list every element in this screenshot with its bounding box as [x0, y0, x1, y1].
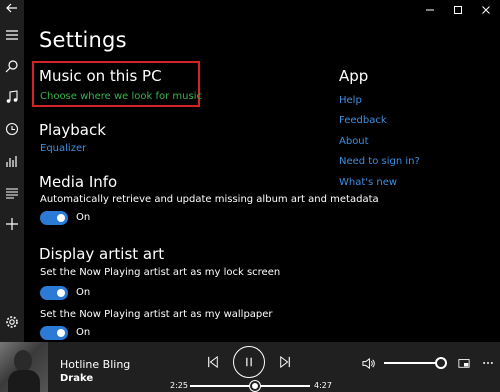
mini-view-icon[interactable]: [456, 355, 472, 371]
volume-icon[interactable]: [360, 355, 376, 371]
lock-screen-description: Set the Now Playing artist art as my loc…: [40, 267, 281, 278]
feedback-link[interactable]: Feedback: [339, 115, 387, 126]
window-controls: [416, 0, 500, 20]
wallpaper-description: Set the Now Playing artist art as my wal…: [40, 309, 273, 320]
search-icon[interactable]: [3, 58, 21, 74]
album-art[interactable]: [0, 342, 48, 392]
media-info-toggle-label: On: [76, 212, 91, 223]
more-options-icon[interactable]: [480, 355, 496, 371]
close-icon[interactable]: [472, 0, 500, 20]
wallpaper-toggle-label: On: [76, 327, 91, 338]
lock-screen-toggle-label: On: [76, 287, 91, 298]
seek-bar[interactable]: [190, 381, 310, 391]
pause-button[interactable]: [233, 346, 265, 378]
music-on-pc-title: Music on this PC: [39, 67, 162, 85]
about-link[interactable]: About: [339, 136, 369, 147]
now-playing-bars-icon[interactable]: [3, 153, 21, 169]
track-artist[interactable]: Drake: [60, 373, 93, 384]
back-arrow-icon[interactable]: [3, 0, 21, 16]
recent-clock-icon[interactable]: [3, 121, 21, 137]
elapsed-time: 2:25: [170, 381, 188, 390]
hamburger-menu-icon[interactable]: [3, 27, 21, 43]
volume-thumb[interactable]: [435, 357, 447, 369]
nav-rail: [0, 0, 24, 342]
choose-music-location-link[interactable]: Choose where we look for music: [40, 91, 202, 102]
equalizer-link[interactable]: Equalizer: [40, 143, 86, 154]
next-track-icon[interactable]: [277, 354, 293, 370]
maximize-icon[interactable]: [444, 0, 472, 20]
add-icon[interactable]: [3, 216, 21, 232]
settings-gear-icon[interactable]: [3, 314, 21, 330]
sign-in-link[interactable]: Need to sign in?: [339, 156, 420, 167]
media-info-title: Media Info: [39, 173, 118, 191]
playback-title: Playback: [39, 121, 106, 139]
media-info-description: Automatically retrieve and update missin…: [40, 194, 379, 205]
seek-thumb[interactable]: [249, 381, 260, 391]
music-note-icon[interactable]: [3, 89, 21, 105]
lock-screen-toggle[interactable]: [40, 286, 68, 300]
previous-track-icon[interactable]: [205, 354, 221, 370]
artist-art-title: Display artist art: [39, 245, 165, 263]
playlists-icon[interactable]: [3, 185, 21, 201]
volume-slider[interactable]: [384, 357, 447, 369]
minimize-icon[interactable]: [416, 0, 444, 20]
duration-time: 4:27: [314, 381, 332, 390]
whats-new-link[interactable]: What's new: [339, 177, 397, 188]
wallpaper-toggle[interactable]: [40, 326, 68, 340]
media-info-toggle[interactable]: [40, 211, 68, 225]
track-title[interactable]: Hotline Bling: [60, 358, 130, 371]
app-section-title: App: [339, 67, 369, 85]
page-title: Settings: [39, 28, 127, 52]
help-link[interactable]: Help: [339, 95, 362, 106]
player-bar: Hotline Bling Drake 2:25 4:27: [0, 342, 500, 392]
